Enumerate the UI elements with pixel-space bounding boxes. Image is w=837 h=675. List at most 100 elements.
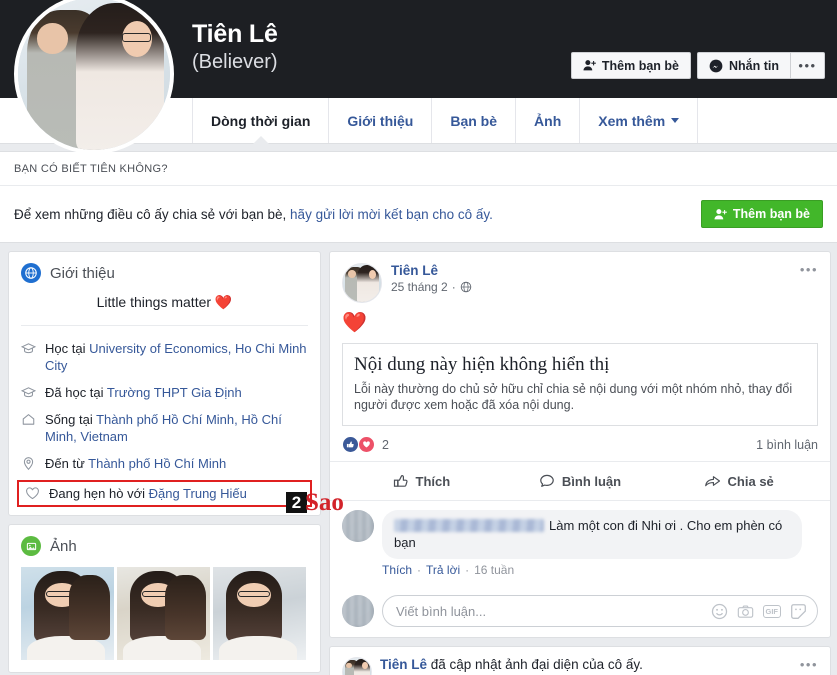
post-author-avatar[interactable] (342, 263, 382, 303)
comment-item: Làm một con đi Nhi ơi . Cho em phèn có b… (342, 510, 818, 577)
gif-icon[interactable]: GIF (762, 604, 781, 618)
globe-icon (21, 263, 41, 283)
cover-photo: Tiên Lê (Believer) Thêm bạn bè Nhắn tin … (0, 0, 837, 154)
tab-friends[interactable]: Bạn bè (432, 98, 517, 143)
intro-heading: Giới thiệu (50, 264, 115, 282)
more-options-button[interactable]: ••• (791, 52, 825, 79)
post-author-name[interactable]: Tiên Lê (391, 263, 472, 278)
next-post-action-text: đã cập nhật ảnh đại diện của cô ấy. (427, 657, 643, 672)
tab-timeline[interactable]: Dòng thời gian (192, 98, 330, 143)
comment-button[interactable]: Bình luận (501, 468, 660, 494)
reaction-summary[interactable]: 2 (342, 436, 389, 453)
graduation-cap-icon (21, 387, 36, 398)
comment-input[interactable]: Viết bình luận... (396, 604, 701, 619)
profile-picture[interactable] (14, 0, 174, 154)
intro-item-education-university[interactable]: Học tại University of Economics, Ho Chi … (9, 335, 320, 379)
next-post-card: Tiên Lê đã cập nhật ảnh đại diện của cô … (329, 646, 831, 675)
intro-item-relationship[interactable]: Đang hẹn hò với Đặng Trung Hiếu (17, 480, 312, 507)
photos-card: Ảnh (8, 524, 321, 673)
intro-item-prefix: Đến từ (45, 456, 89, 471)
comment-count[interactable]: 1 bình luận (756, 438, 818, 452)
messenger-icon (709, 59, 723, 72)
tab-photos[interactable]: Ảnh (516, 98, 581, 143)
next-post-options-button[interactable]: ••• (800, 657, 818, 672)
intro-item-current-city[interactable]: Sống tại Thành phố Hồ Chí Minh, Hồ Chí M… (9, 406, 320, 450)
post-options-button[interactable]: ••• (800, 262, 818, 277)
profile-picture-image (18, 0, 170, 150)
next-post-avatar[interactable] (342, 657, 372, 675)
photo-thumb-3[interactable] (213, 567, 306, 660)
intro-card: Giới thiệu Little things matter ❤️ Học t… (8, 251, 321, 516)
post-timestamp[interactable]: 25 tháng 2 (391, 280, 448, 294)
next-post-author[interactable]: Tiên Lê (380, 657, 427, 672)
separator-dot: · (465, 563, 470, 577)
post-reaction-row: 2 1 bình luận (330, 436, 830, 461)
know-banner-text: Để xem những điều cô ấy chia sẻ với bạn … (14, 207, 493, 222)
share-button[interactable]: Chia sẻ (659, 468, 818, 494)
tab-more-label: Xem thêm (598, 112, 666, 129)
intro-bio: Little things matter ❤️ (21, 292, 308, 326)
intro-item-link[interactable]: Thành phố Hồ Chí Minh (88, 456, 226, 471)
photo-icon (21, 536, 41, 556)
unavailable-content-card: Nội dung này hiện không hiển thị Lỗi này… (342, 343, 818, 426)
know-banner-title: BẠN CÓ BIẾT TIÊN KHÔNG? (0, 152, 837, 186)
intro-card-header: Giới thiệu (9, 252, 320, 292)
intro-item-link[interactable]: Trường THPT Gia Định (107, 385, 242, 400)
photos-heading: Ảnh (50, 537, 77, 555)
tab-about[interactable]: Giới thiệu (329, 98, 433, 143)
intro-items: Học tại University of Economics, Ho Chi … (9, 326, 320, 515)
message-label: Nhắn tin (729, 58, 779, 73)
message-button[interactable]: Nhắn tin (697, 52, 791, 79)
comment-like-link[interactable]: Thích (382, 563, 412, 577)
intro-item-text: Học tại University of Economics, Ho Chi … (45, 340, 308, 374)
banner-add-friend-button[interactable]: Thêm bạn bè (700, 200, 823, 228)
share-icon (704, 476, 720, 487)
comment-reply-link[interactable]: Trả lời (426, 563, 460, 577)
tab-timeline-label: Dòng thời gian (211, 112, 311, 129)
watermark-box: 2 (286, 492, 307, 513)
like-button[interactable]: Thích (342, 468, 501, 494)
intro-item-education-highschool[interactable]: Đã học tại Trường THPT Gia Định (9, 379, 320, 406)
intro-item-link[interactable]: Đặng Trung Hiếu (149, 486, 247, 501)
intro-item-prefix: Sống tại (45, 412, 97, 427)
message-button-group: Nhắn tin ••• (697, 52, 825, 79)
comment-meta: Thích · Trả lời · 16 tuần (382, 563, 802, 577)
profile-name-block: Tiên Lê (Believer) (192, 20, 278, 74)
comment-icon (540, 474, 554, 487)
intro-item-hometown[interactable]: Đến từ Thành phố Hồ Chí Minh (9, 450, 320, 477)
tab-more[interactable]: Xem thêm (580, 98, 699, 143)
photo-thumb-1[interactable] (21, 567, 114, 660)
globe-icon (460, 281, 471, 293)
intro-item-text: Đến từ Thành phố Hồ Chí Minh (45, 455, 226, 472)
like-reaction-icon (342, 436, 359, 453)
photo-thumb-2[interactable] (117, 567, 210, 660)
emoji-icon[interactable] (711, 603, 728, 620)
camera-icon[interactable] (737, 603, 754, 620)
unavailable-title: Nội dung này hiện không hiển thị (354, 354, 610, 375)
intro-item-prefix: Học tại (45, 341, 90, 356)
post-body-text: ❤️ (342, 312, 367, 334)
comment-input-wrapper[interactable]: Viết bình luận... GIF (382, 595, 818, 627)
composer-avatar (342, 595, 374, 627)
heart-icon (26, 487, 39, 500)
next-post-text: Tiên Lê đã cập nhật ảnh đại diện của cô … (380, 657, 643, 672)
separator-dot: · (451, 280, 456, 294)
intro-item-prefix: Đang hẹn hò với (49, 486, 149, 501)
love-reaction-icon (358, 436, 375, 453)
photos-card-header: Ảnh (9, 525, 320, 565)
comment-age: 16 tuần (474, 563, 515, 577)
intro-item-text: Đang hẹn hò với Đặng Trung Hiếu (49, 485, 247, 502)
add-friend-button[interactable]: Thêm bạn bè (570, 52, 691, 79)
separator-dot: · (417, 563, 422, 577)
reaction-count: 2 (382, 437, 389, 452)
intro-item-prefix: Đã học tại (45, 385, 107, 400)
post-action-bar: Thích Bình luận Chia sẻ (330, 461, 830, 500)
comment-content: Làm một con đi Nhi ơi . Cho em phèn có b… (382, 510, 802, 577)
send-friend-request-link[interactable]: hãy gửi lời mời kết bạn cho cô ấy. (290, 207, 493, 222)
banner-add-friend-label: Thêm bạn bè (732, 207, 810, 221)
add-friend-label: Thêm bạn bè (601, 58, 679, 73)
graduation-cap-icon (21, 343, 36, 354)
map-pin-icon (23, 457, 34, 471)
sticker-icon[interactable] (790, 603, 807, 620)
comment-author-avatar[interactable] (342, 510, 374, 542)
